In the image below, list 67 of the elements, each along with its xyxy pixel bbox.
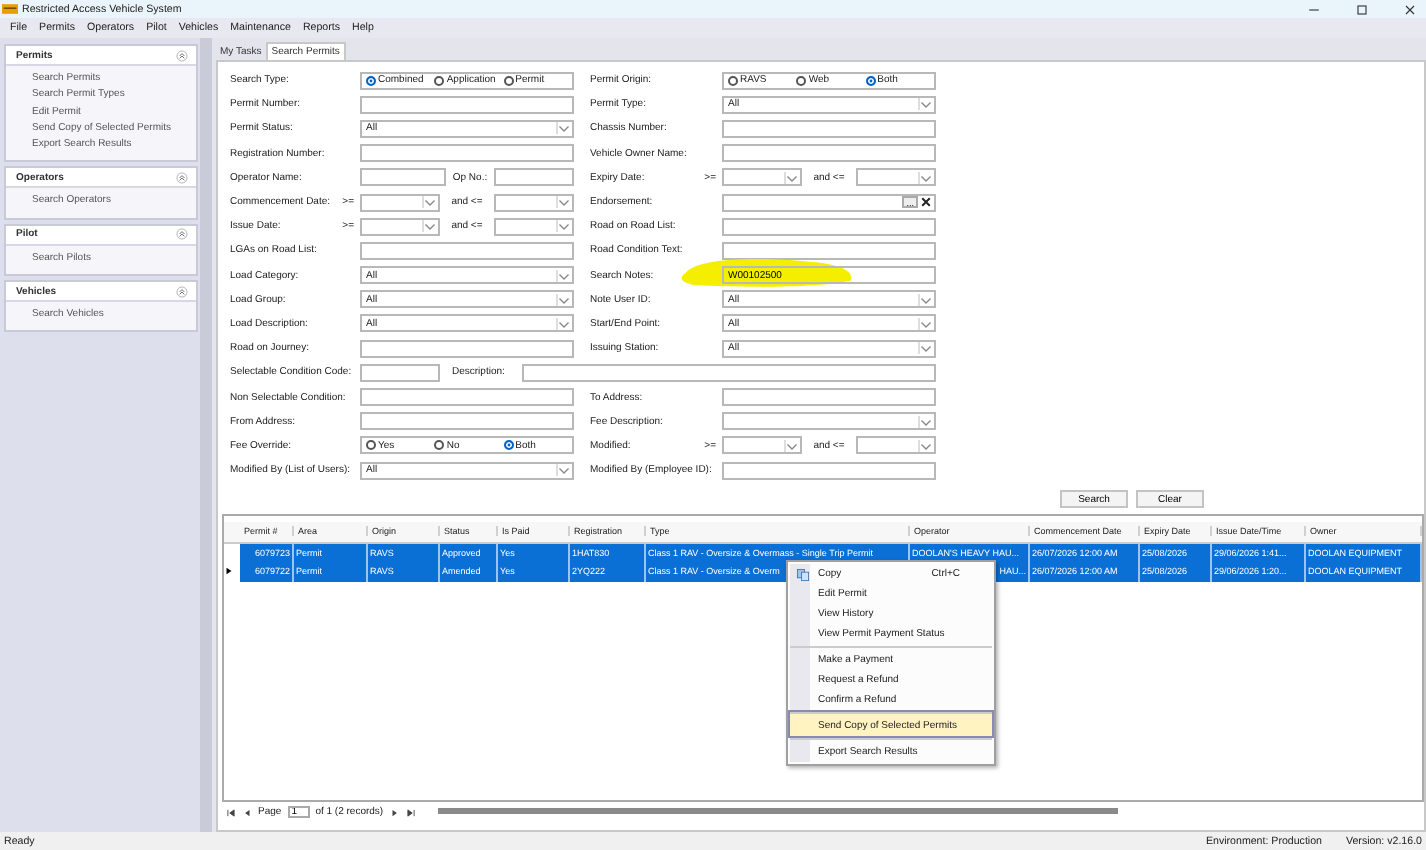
chevron-down-icon <box>422 220 436 233</box>
text-field[interactable] <box>522 363 936 382</box>
date-dropdown[interactable] <box>360 193 440 212</box>
text-field[interactable] <box>722 388 936 407</box>
dropdown[interactable] <box>722 412 936 431</box>
radio-button[interactable] <box>728 75 738 86</box>
radio-button[interactable] <box>865 75 876 86</box>
date-dropdown[interactable] <box>856 168 936 187</box>
radio-button[interactable] <box>366 75 376 86</box>
maximize-icon[interactable] <box>1354 1 1370 17</box>
text-field[interactable] <box>360 95 574 114</box>
chevron-down-icon <box>918 293 932 306</box>
text-field[interactable] <box>360 168 446 187</box>
radio-button[interactable] <box>366 440 376 451</box>
radio-button[interactable] <box>503 75 514 86</box>
radio-button[interactable] <box>796 75 807 86</box>
chevron-down-icon <box>556 293 570 306</box>
text-field[interactable] <box>494 168 574 187</box>
text-field[interactable] <box>360 241 574 260</box>
date-dropdown[interactable] <box>722 168 802 187</box>
scrollbar-thumb[interactable] <box>437 808 1118 814</box>
text-field[interactable] <box>722 119 936 138</box>
chevron-down-icon <box>918 98 932 111</box>
app-icon <box>2 2 18 16</box>
chevron-down-icon <box>556 464 570 477</box>
copy-icon <box>795 567 809 581</box>
text-field[interactable] <box>722 217 936 236</box>
chevron-down-icon <box>422 196 436 209</box>
text-field[interactable] <box>360 363 440 382</box>
radio-button[interactable] <box>503 440 514 451</box>
chevron-down-icon <box>556 220 570 233</box>
collapse-icon[interactable] <box>176 228 189 241</box>
last-page-icon[interactable] <box>405 807 416 817</box>
chevron-down-icon <box>918 317 932 330</box>
radio-button[interactable] <box>434 75 445 86</box>
text-field[interactable] <box>722 241 936 260</box>
clear-icon[interactable] <box>920 196 932 209</box>
radio-button[interactable] <box>434 440 445 451</box>
chevron-down-icon <box>918 342 932 355</box>
date-dropdown[interactable] <box>856 436 936 455</box>
text-field[interactable] <box>722 461 936 480</box>
chevron-down-icon <box>784 439 798 452</box>
text-field[interactable] <box>722 144 936 163</box>
collapse-icon[interactable] <box>176 49 189 61</box>
first-page-icon[interactable] <box>226 807 236 817</box>
date-dropdown[interactable] <box>494 193 574 212</box>
next-page-icon[interactable] <box>389 807 400 817</box>
chevron-down-icon <box>556 196 570 209</box>
text-field[interactable] <box>360 388 574 407</box>
previous-page-icon[interactable] <box>242 807 252 817</box>
chevron-down-icon <box>918 171 932 184</box>
chevron-down-icon <box>918 415 932 428</box>
date-dropdown[interactable] <box>360 217 440 236</box>
close-icon[interactable] <box>1402 1 1418 17</box>
chevron-down-icon <box>556 317 570 330</box>
chevron-down-icon <box>784 171 798 184</box>
date-dropdown[interactable] <box>494 217 574 236</box>
current-row-icon <box>224 566 234 577</box>
text-field[interactable] <box>360 339 574 358</box>
chevron-down-icon <box>556 269 570 282</box>
date-dropdown[interactable] <box>722 436 802 455</box>
collapse-icon[interactable] <box>176 171 189 184</box>
text-field[interactable] <box>360 144 574 163</box>
chevron-down-icon <box>556 122 570 135</box>
chevron-down-icon <box>918 439 932 452</box>
collapse-icon[interactable] <box>176 285 189 298</box>
text-field[interactable] <box>360 412 574 431</box>
